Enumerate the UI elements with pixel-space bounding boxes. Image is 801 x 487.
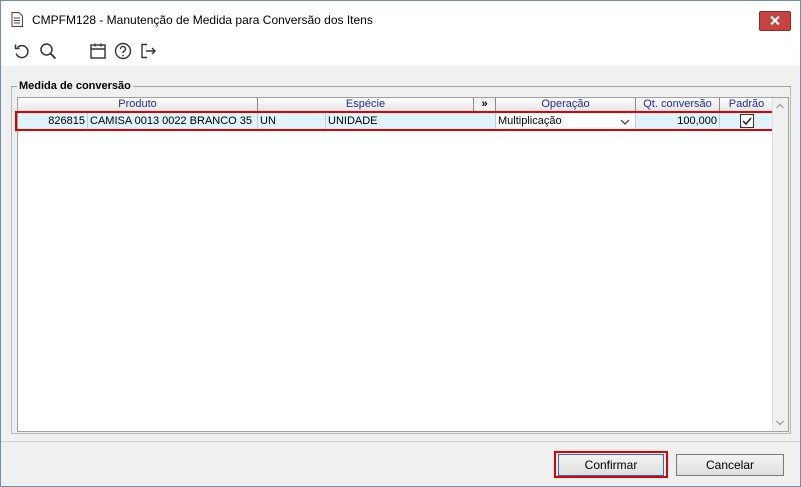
header-operacao[interactable]: Operação xyxy=(496,98,636,112)
window-title: CMPFM128 - Manutenção de Medida para Con… xyxy=(32,13,373,27)
conversion-group: Medida de conversão Produto Espécie » Op… xyxy=(11,79,791,434)
refresh-icon[interactable] xyxy=(12,41,32,61)
cell-default[interactable] xyxy=(720,113,774,130)
calendar-icon[interactable] xyxy=(88,41,108,61)
conversion-grid: Produto Espécie » Operação Qt. conversão… xyxy=(15,97,789,432)
search-icon[interactable] xyxy=(38,41,58,61)
header-especie[interactable]: Espécie xyxy=(258,98,474,112)
header-padrao[interactable]: Padrão xyxy=(720,98,774,112)
document-icon xyxy=(11,12,23,27)
exit-icon[interactable] xyxy=(138,41,158,61)
confirm-button[interactable]: Confirmar xyxy=(558,454,664,476)
confirm-label: Confirmar xyxy=(584,458,638,472)
scroll-up-icon[interactable] xyxy=(773,100,787,112)
cancel-label: Cancelar xyxy=(705,458,755,472)
default-checkbox[interactable] xyxy=(740,114,754,128)
close-button[interactable] xyxy=(759,11,791,31)
cell-unit-name[interactable]: UNIDADE xyxy=(326,113,496,130)
scroll-down-icon[interactable] xyxy=(773,417,787,429)
chevron-down-icon[interactable] xyxy=(619,117,631,127)
vertical-scrollbar[interactable] xyxy=(772,98,788,431)
cell-product-code[interactable]: 826815 xyxy=(18,113,88,130)
grid-header: Produto Espécie » Operação Qt. conversão… xyxy=(18,98,774,112)
operation-value: Multiplicação xyxy=(498,115,562,127)
cell-quantity[interactable]: 100,000 xyxy=(636,113,720,130)
table-row[interactable]: 826815 CAMISA 0013 0022 BRANCO 35 UN UNI… xyxy=(18,113,774,130)
operation-select[interactable]: Multiplicação xyxy=(496,113,636,130)
group-label: Medida de conversão xyxy=(17,80,133,92)
title-bar: CMPFM128 - Manutenção de Medida para Con… xyxy=(1,1,800,38)
cell-product-description[interactable]: CAMISA 0013 0022 BRANCO 35 xyxy=(88,113,258,130)
header-expand-button[interactable]: » xyxy=(474,98,496,112)
toolbar xyxy=(1,38,800,66)
close-icon xyxy=(770,15,780,26)
footer-separator xyxy=(1,441,800,442)
cell-unit[interactable]: UN xyxy=(258,113,326,130)
main-window: CMPFM128 - Manutenção de Medida para Con… xyxy=(0,0,801,487)
header-produto[interactable]: Produto xyxy=(18,98,258,112)
header-qt-conversao[interactable]: Qt. conversão xyxy=(636,98,720,112)
help-icon[interactable] xyxy=(113,41,133,61)
cancel-button[interactable]: Cancelar xyxy=(676,454,784,476)
